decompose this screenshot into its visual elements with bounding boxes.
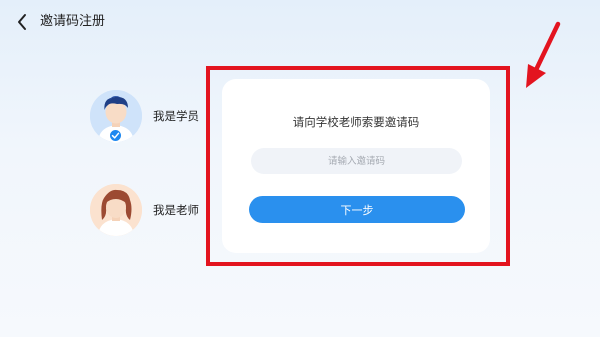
role-option-student[interactable]: 我是学员 [90, 90, 210, 143]
invite-code-card: 请向学校老师索要邀请码 下一步 [222, 79, 490, 253]
role-label-student: 我是学员 [153, 109, 199, 123]
role-label-teacher: 我是老师 [153, 203, 199, 217]
page-title: 邀请码注册 [40, 14, 106, 29]
top-bar: 邀请码注册 [0, 0, 600, 44]
teacher-avatar [90, 184, 142, 236]
chevron-left-icon [18, 14, 26, 30]
selected-check-badge [108, 128, 123, 143]
invite-code-input[interactable] [251, 148, 462, 174]
role-option-teacher[interactable]: 我是老师 [90, 184, 210, 236]
next-step-button[interactable]: 下一步 [249, 196, 465, 223]
back-button[interactable] [12, 12, 32, 32]
red-arrow-icon [526, 21, 561, 88]
check-icon [111, 132, 120, 139]
card-title: 请向学校老师索要邀请码 [292, 115, 420, 129]
